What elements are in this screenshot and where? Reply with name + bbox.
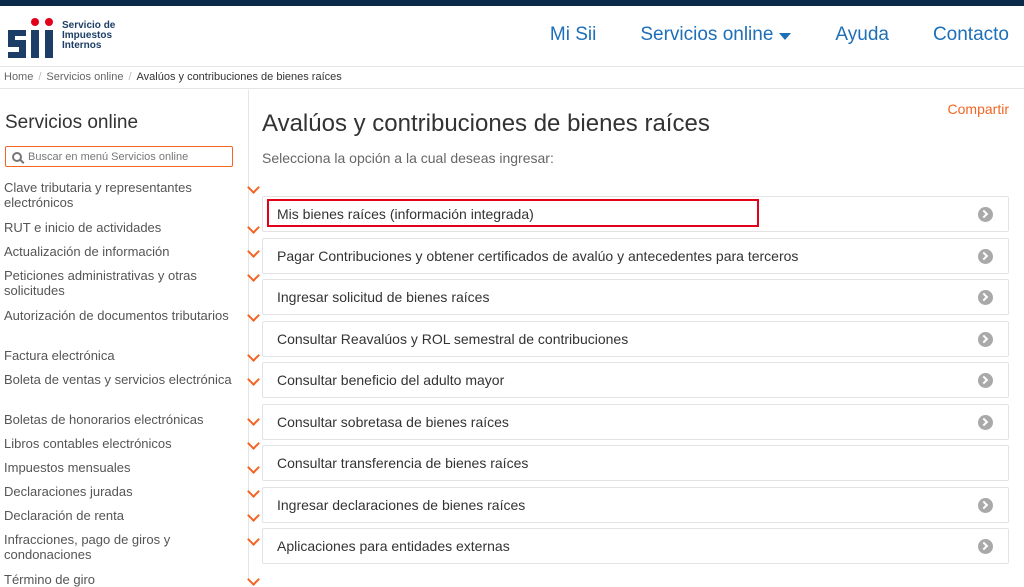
share-link[interactable]: Compartir: [948, 101, 1009, 117]
option-row[interactable]: Consultar sobretasa de bienes raíces: [262, 403, 1009, 440]
breadcrumb: Home / Servicios online / Avalúos y contribu…: [0, 66, 1024, 89]
arrow-right-circle-icon: [978, 539, 993, 554]
breadcrumb-separator: /: [128, 71, 132, 83]
sidebar-menu-label: Impuestos mensuales: [4, 460, 131, 475]
option-label: Consultar beneficio del adulto mayor: [277, 372, 505, 388]
option-label: Ingresar solicitud de bienes raíces: [277, 289, 490, 305]
option-row[interactable]: Mis bienes raíces (información integrada…: [262, 196, 1009, 232]
chevron-down-icon: [247, 461, 260, 474]
option-row[interactable]: Consultar Reavalúos y ROL semestral de c…: [262, 320, 1009, 357]
chevron-down-icon: [247, 221, 260, 234]
sidebar-menu-item[interactable]: Peticiones administrativas y otras solic…: [4, 268, 264, 298]
breadcrumb-home[interactable]: Home: [4, 71, 33, 83]
chevron-down-icon: [247, 485, 260, 498]
chevron-down-icon: [247, 509, 260, 522]
arrow-right-circle-icon: [978, 207, 993, 222]
logo-line: Internos: [62, 40, 102, 51]
option-label: Mis bienes raíces (información integrada…: [277, 206, 534, 222]
sidebar-menu-label: Declaraciones juradas: [4, 484, 133, 499]
arrow-right-circle-icon: [978, 414, 993, 430]
chevron-down-icon: [247, 269, 260, 282]
sidebar-menu-item[interactable]: Término de giro: [4, 572, 264, 587]
sidebar-menu-item[interactable]: Libros contables electrónicos: [4, 436, 264, 451]
sidebar: Servicios online Buscar en menú Servicio…: [0, 90, 260, 587]
sidebar-menu-item[interactable]: Actualización de información: [4, 244, 264, 259]
option-label: Pagar Contribuciones y obtener certifica…: [277, 247, 799, 264]
sidebar-menu-item[interactable]: Declaraciones juradas: [4, 484, 264, 499]
sidebar-menu-label: Boletas de honorarios electrónicas: [4, 412, 204, 427]
chevron-down-icon: [247, 245, 260, 258]
sidebar-menu-label: Infracciones, pago de giros y condonacio…: [4, 532, 171, 562]
chevron-down-icon: [247, 309, 260, 322]
sidebar-menu-item[interactable]: Infracciones, pago de giros y condonacio…: [4, 532, 264, 562]
sidebar-menu-item[interactable]: Boletas de honorarios electrónicas: [4, 412, 264, 427]
nav-servicios-online[interactable]: Servicios online: [640, 24, 792, 46]
sidebar-menu-item[interactable]: RUT e inicio de actividades: [4, 220, 264, 235]
caret-down-icon: [779, 32, 792, 40]
nav-label: Mi Sii: [549, 24, 597, 45]
logo-text: Servicio de Impuestos Internos: [62, 21, 115, 51]
sidebar-menu-label: Factura electrónica: [4, 348, 115, 363]
chevron-down-icon: [247, 373, 260, 386]
nav-label: Contacto: [932, 24, 1009, 45]
nav-label: Ayuda: [835, 24, 889, 45]
chevron-down-icon: [247, 533, 260, 546]
option-label: Consultar transferencia de bienes raíces: [277, 455, 529, 471]
site-header: Servicio de Impuestos Internos Mi Sii Se…: [0, 6, 1024, 64]
chevron-down-icon: [247, 349, 260, 362]
chevron-down-icon: [247, 573, 260, 586]
breadcrumb-current: Avalúos y contribuciones de bienes raíce…: [136, 71, 342, 83]
sidebar-menu-label: Libros contables electrónicos: [4, 436, 172, 451]
sidebar-menu-item[interactable]: Impuestos mensuales: [4, 460, 264, 475]
sidebar-menu-label: Declaración de renta: [4, 508, 124, 523]
option-row[interactable]: Consultar transferencia de bienes raíces: [262, 445, 1009, 481]
option-label: Aplicaciones para entidades externas: [277, 538, 510, 554]
breadcrumb-separator: /: [38, 71, 42, 83]
arrow-right-circle-icon: [978, 331, 993, 347]
sidebar-menu-item[interactable]: Autorización de documentos tributarios: [4, 308, 264, 323]
sidebar-menu-label: Autorización de documentos tributarios: [4, 308, 229, 323]
sidebar-menu-item[interactable]: Boleta de ventas y servicios electrónica: [4, 372, 264, 387]
sidebar-menu-label: Clave tributaria y representantes electr…: [4, 180, 192, 210]
search-placeholder: Buscar en menú Servicios online: [28, 150, 189, 163]
sidebar-menu-label: Término de giro: [4, 572, 96, 587]
sidebar-menu-item[interactable]: Clave tributaria y representantes electr…: [4, 180, 264, 210]
option-row[interactable]: Ingresar declaraciones de bienes raíces: [262, 486, 1009, 523]
option-label: Consultar sobretasa de bienes raíces: [277, 413, 509, 430]
nav-contacto[interactable]: Contacto: [933, 24, 1009, 46]
chevron-down-icon: [247, 181, 260, 194]
nav-label: Servicios online: [640, 24, 774, 45]
arrow-right-circle-icon: [978, 497, 993, 513]
page-subtitle: Selecciona la opción a la cual deseas in…: [262, 150, 554, 166]
breadcrumb-servicios[interactable]: Servicios online: [46, 71, 123, 83]
option-row[interactable]: Pagar Contribuciones y obtener certifica…: [262, 237, 1009, 274]
sidebar-menu-label: Peticiones administrativas y otras solic…: [4, 268, 197, 298]
sidebar-menu-label: Actualización de información: [4, 244, 170, 259]
page-title: Avalúos y contribuciones de bienes raíce…: [262, 110, 710, 137]
option-row[interactable]: Consultar beneficio del adulto mayor: [262, 362, 1009, 398]
chevron-down-icon: [247, 413, 260, 426]
chevron-down-icon: [247, 437, 260, 450]
option-label: Consultar Reavalúos y ROL semestral de c…: [277, 330, 629, 347]
search-icon: [12, 151, 22, 162]
sidebar-menu-item[interactable]: Factura electrónica: [4, 348, 264, 363]
nav-mi-sii[interactable]: Mi Sii: [550, 24, 596, 46]
option-label: Ingresar declaraciones de bienes raíces: [277, 496, 526, 513]
main-nav: Mi Sii Servicios online Ayuda Contacto: [506, 24, 1009, 46]
sidebar-title: Servicios online: [5, 112, 139, 133]
arrow-right-circle-icon: [978, 248, 993, 264]
arrow-right-circle-icon: [978, 373, 993, 388]
sidebar-menu-label: Boleta de ventas y servicios electrónica: [4, 372, 232, 387]
sidebar-search-input[interactable]: Buscar en menú Servicios online: [5, 146, 233, 167]
arrow-right-circle-icon: [978, 290, 993, 305]
sidebar-menu-label: RUT e inicio de actividades: [4, 220, 162, 235]
option-row[interactable]: Ingresar solicitud de bienes raíces: [262, 279, 1009, 315]
sidebar-menu-item[interactable]: Declaración de renta: [4, 508, 264, 523]
option-row[interactable]: Aplicaciones para entidades externas: [262, 528, 1009, 564]
nav-ayuda[interactable]: Ayuda: [835, 24, 889, 46]
